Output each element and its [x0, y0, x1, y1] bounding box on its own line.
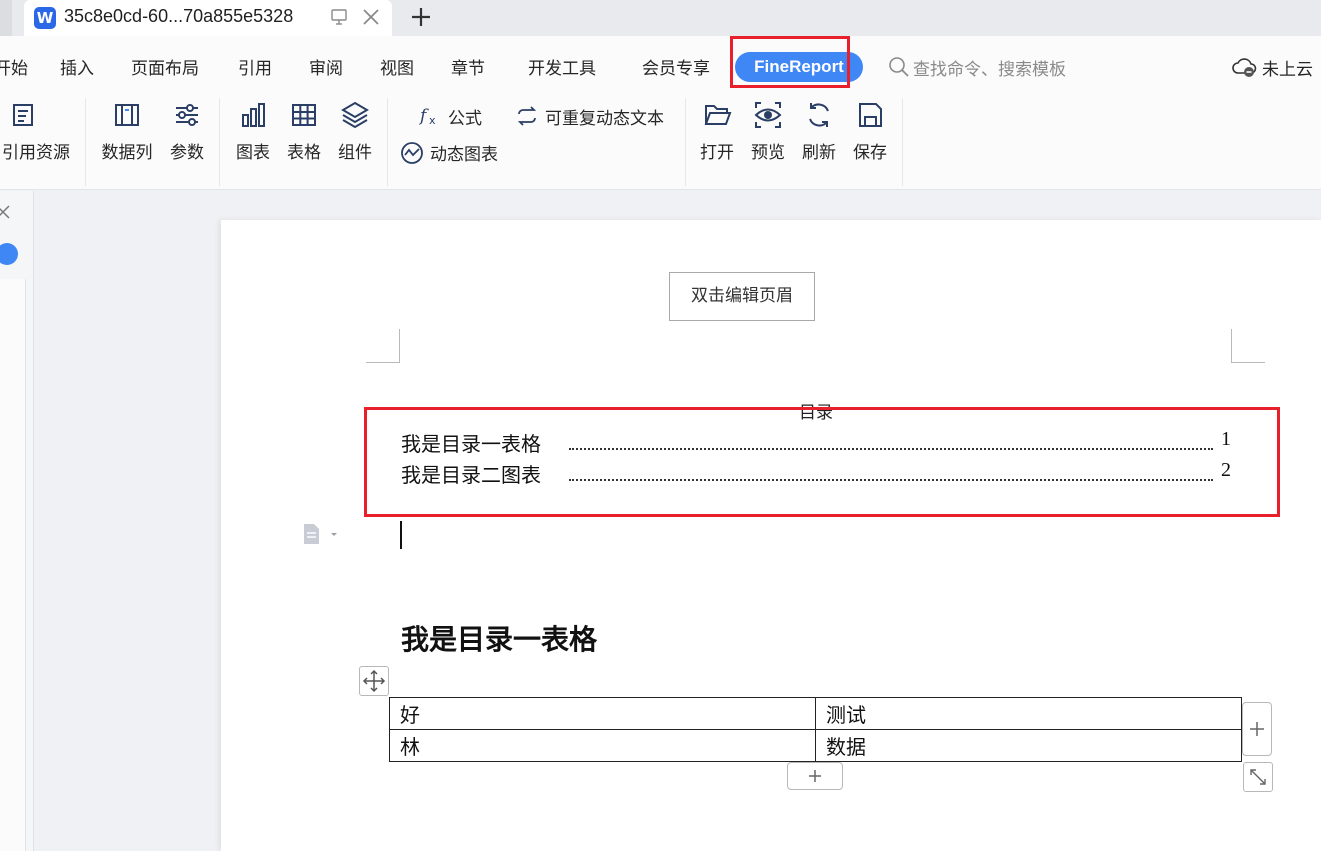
- ribbon-separator: [219, 98, 220, 186]
- word-app-icon: W: [34, 7, 56, 29]
- dynamic-chart-label: 动态图表: [430, 145, 498, 165]
- refresh-button[interactable]: 刷新: [798, 100, 840, 163]
- dynamic-chart-button[interactable]: 动态图表: [400, 139, 510, 165]
- eye-icon: [754, 102, 782, 128]
- table-row: 好 测试: [389, 697, 1242, 730]
- params-icon: [176, 104, 198, 126]
- ribbon-separator: [685, 98, 686, 186]
- chart-label: 图表: [236, 143, 270, 163]
- resource-button[interactable]: 引用资源: [0, 100, 74, 163]
- cloud-status-label: 未上云: [1262, 60, 1313, 80]
- menu-review[interactable]: 审阅: [309, 54, 343, 79]
- chart-icon: [242, 103, 265, 127]
- open-label: 打开: [700, 143, 734, 163]
- formula-icon: f x: [419, 106, 436, 127]
- formula-button[interactable]: f x 公式: [419, 103, 499, 129]
- plus-icon: [809, 770, 821, 782]
- preview-label: 预览: [751, 143, 785, 163]
- document-tab[interactable]: W 35c8e0cd-60...70a855e5328: [24, 0, 392, 36]
- cloud-icon: [1232, 58, 1257, 77]
- svg-text:f: f: [419, 106, 429, 126]
- refresh-icon: [809, 103, 829, 127]
- table-label: 表格: [287, 143, 321, 163]
- move-icon: [362, 669, 386, 693]
- plus-icon: [1250, 722, 1264, 736]
- table-resize-handle[interactable]: [1243, 762, 1273, 792]
- menu-section[interactable]: 章节: [451, 54, 485, 79]
- add-column-button[interactable]: [1242, 702, 1272, 756]
- command-search-placeholder: 查找命令、搜索模板: [913, 60, 1066, 80]
- data-column-label: 数据列: [101, 143, 153, 163]
- menu-view[interactable]: 视图: [380, 54, 414, 79]
- margin-corner-top-left: [366, 329, 400, 363]
- component-button[interactable]: 组件: [334, 100, 376, 163]
- left-pane-panel: [0, 279, 26, 851]
- layers-icon: [341, 101, 369, 129]
- formula-label: 公式: [448, 109, 482, 129]
- table-cell[interactable]: 数据: [815, 729, 1242, 762]
- close-icon[interactable]: [360, 6, 382, 28]
- svg-text:x: x: [429, 114, 436, 127]
- table-cell[interactable]: 好: [389, 697, 816, 730]
- table-cell[interactable]: 测试: [815, 697, 1242, 730]
- resource-icon: [13, 104, 33, 126]
- search-icon: [889, 57, 909, 77]
- add-row-button[interactable]: [787, 762, 843, 790]
- repeat-text-button[interactable]: 可重复动态文本: [516, 103, 676, 129]
- menu-insert[interactable]: 插入: [60, 54, 94, 79]
- save-icon: [859, 103, 882, 127]
- ribbon-separator: [902, 98, 903, 186]
- params-button[interactable]: 参数: [166, 100, 208, 163]
- menu-member[interactable]: 会员专享: [642, 54, 710, 79]
- ribbon-separator: [85, 98, 86, 186]
- monitor-icon[interactable]: [330, 8, 348, 26]
- dynamic-chart-icon: [401, 142, 423, 164]
- table-cell[interactable]: 林: [389, 729, 816, 762]
- refresh-label: 刷新: [802, 143, 836, 163]
- margin-corner-top-right: [1231, 329, 1265, 363]
- tab-title: 35c8e0cd-60...70a855e5328: [64, 6, 294, 26]
- new-tab-plus-icon[interactable]: [408, 4, 434, 30]
- menu-start[interactable]: 开始: [0, 54, 28, 79]
- left-side-pane: [0, 191, 34, 851]
- title-bar-left-strip: [0, 0, 12, 36]
- chart-button[interactable]: 图表: [232, 100, 274, 163]
- ribbon-separator: [387, 98, 388, 186]
- toc-highlight-box: [364, 407, 1280, 517]
- document-table[interactable]: 好 测试 林 数据: [389, 697, 1242, 762]
- table-row: 林 数据: [389, 729, 1242, 762]
- table-move-handle[interactable]: [359, 666, 389, 696]
- resource-label: 引用资源: [2, 143, 70, 163]
- paragraph-icon[interactable]: [302, 522, 342, 546]
- assistant-icon[interactable]: [0, 243, 18, 265]
- save-button[interactable]: 保存: [849, 100, 891, 163]
- finereport-highlight-box: [730, 36, 850, 88]
- data-column-icon: [115, 104, 139, 126]
- params-label: 参数: [170, 143, 204, 163]
- heading-1[interactable]: 我是目录一表格: [401, 618, 597, 658]
- repeat-text-icon: [517, 106, 537, 126]
- table-button[interactable]: 表格: [283, 100, 325, 163]
- menu-page-layout[interactable]: 页面布局: [131, 54, 199, 79]
- menu-references[interactable]: 引用: [238, 54, 272, 79]
- header-edit-hint[interactable]: 双击编辑页眉: [669, 272, 815, 321]
- table-icon: [292, 104, 316, 126]
- folder-open-icon: [704, 105, 732, 125]
- menu-developer[interactable]: 开发工具: [528, 54, 596, 79]
- repeat-text-label: 可重复动态文本: [545, 109, 664, 129]
- data-column-button[interactable]: 数据列: [98, 100, 156, 163]
- save-label: 保存: [853, 143, 887, 163]
- resize-icon: [1250, 769, 1266, 785]
- component-label: 组件: [338, 143, 372, 163]
- close-pane-icon[interactable]: [0, 203, 12, 221]
- open-button[interactable]: 打开: [696, 100, 738, 163]
- title-bar: W 35c8e0cd-60...70a855e5328: [0, 0, 1321, 36]
- text-cursor: [400, 521, 402, 549]
- preview-button[interactable]: 预览: [747, 100, 789, 163]
